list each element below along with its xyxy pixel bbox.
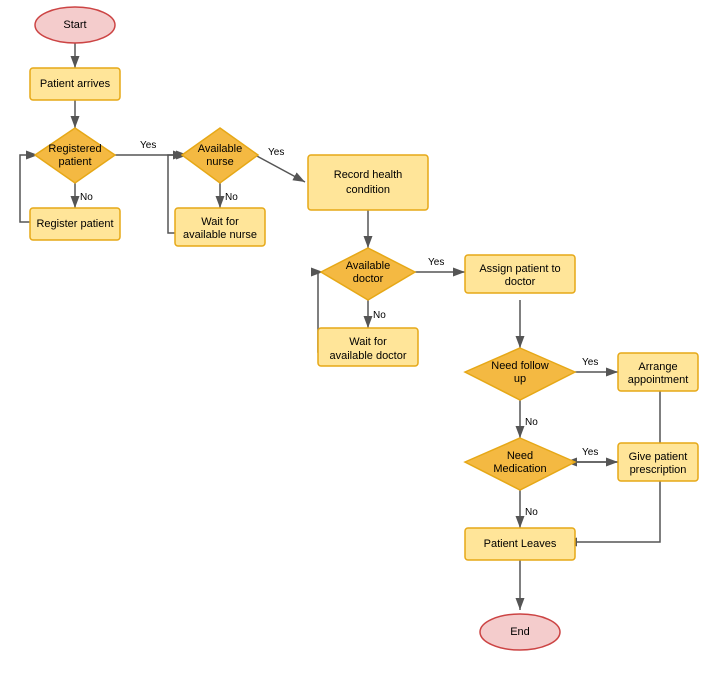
label-yes-4: Yes	[582, 357, 598, 368]
label-yes-1: Yes	[140, 140, 156, 151]
register-patient-label: Register patient	[36, 218, 113, 230]
record-health-label: Record health	[334, 169, 403, 181]
label-no-2: No	[225, 192, 238, 203]
need-medication-label: Need	[507, 450, 533, 462]
end-label: End	[510, 626, 530, 638]
available-doctor-label: Available	[346, 260, 390, 272]
label-no-3: No	[373, 310, 386, 321]
wait-nurse-label2: available nurse	[183, 229, 257, 241]
label-yes-2: Yes	[268, 147, 284, 158]
arrange-appointment-label: Arrange	[638, 361, 677, 373]
label-no-4: No	[525, 417, 538, 428]
arrange-appointment-label2: appointment	[628, 374, 689, 386]
available-nurse-label2: nurse	[206, 156, 234, 168]
wait-nurse-label: Wait for	[201, 216, 239, 228]
registered-patient-label2: patient	[58, 156, 91, 168]
registered-patient-label: Registered	[48, 143, 101, 155]
give-prescription-label: Give patient	[629, 451, 688, 463]
label-no-1: No	[80, 192, 93, 203]
record-health-shape	[308, 155, 428, 210]
label-yes-3: Yes	[428, 257, 444, 268]
need-followup-label: Need follow	[491, 360, 549, 372]
need-medication-label2: Medication	[493, 463, 546, 475]
need-followup-label2: up	[514, 373, 526, 385]
arrow-prescription-leaves	[565, 480, 660, 542]
label-yes-5: Yes	[582, 447, 598, 458]
record-health-label2: condition	[346, 184, 390, 196]
available-nurse-label: Available	[198, 143, 242, 155]
arrow-nurse-record	[255, 155, 305, 182]
patient-leaves-label: Patient Leaves	[484, 538, 557, 550]
available-doctor-label2: doctor	[353, 273, 384, 285]
patient-arrives-label: Patient arrives	[40, 78, 111, 90]
assign-doctor-label2: doctor	[505, 276, 536, 288]
assign-doctor-label: Assign patient to	[479, 263, 560, 275]
start-label: Start	[63, 19, 86, 31]
give-prescription-label2: prescription	[630, 464, 687, 476]
wait-doctor-label2: available doctor	[329, 350, 406, 362]
label-no-5: No	[525, 507, 538, 518]
wait-doctor-label: Wait for	[349, 336, 387, 348]
